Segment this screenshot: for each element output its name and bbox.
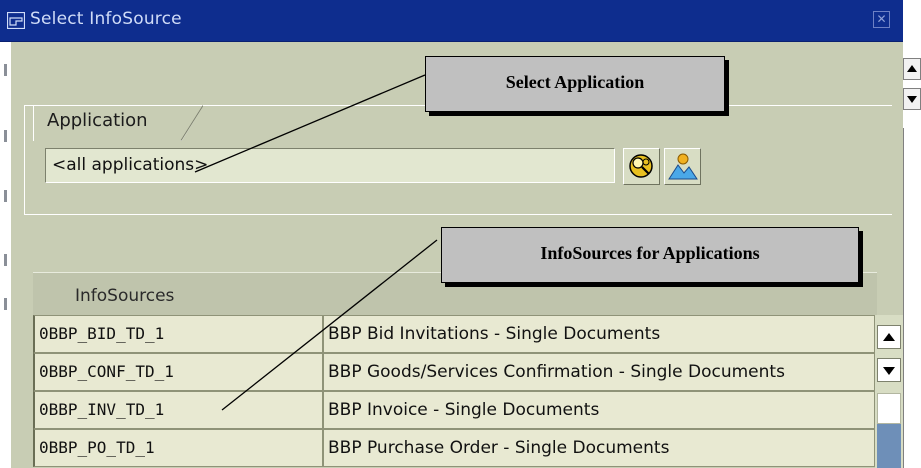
picture-icon (668, 153, 698, 180)
infosources-column-header: InfoSources (75, 286, 175, 306)
infosource-description-cell[interactable]: BBP Bid Invitations - Single Documents (323, 315, 875, 353)
infosource-id-cell[interactable]: 0BBP_BID_TD_1 (33, 315, 323, 353)
table-row[interactable]: 0BBP_BID_TD_1 BBP Bid Invitations - Sing… (33, 315, 875, 353)
window-title: Select InfoSource (30, 9, 182, 29)
picture-button[interactable] (664, 148, 701, 185)
arrow-up-icon (883, 333, 895, 341)
infosource-id-cell[interactable]: 0BBP_INV_TD_1 (33, 391, 323, 429)
infosource-description-cell[interactable]: BBP Purchase Order - Single Documents (323, 429, 875, 467)
infosource-description-cell[interactable]: BBP Invoice - Single Documents (323, 391, 875, 429)
table-scroll-down-button[interactable] (877, 358, 901, 382)
table-row[interactable]: 0BBP_CONF_TD_1 BBP Goods/Services Confir… (33, 353, 875, 391)
application-field[interactable]: <all applications> (45, 148, 615, 183)
arrow-up-icon (907, 65, 917, 72)
edge-mark (4, 298, 7, 310)
left-edge (0, 42, 11, 468)
window-scroll-down-button[interactable] (903, 88, 921, 110)
window-scroll-up-button[interactable] (903, 58, 921, 80)
window-menu-icon[interactable] (7, 12, 25, 29)
search-button[interactable] (623, 148, 660, 185)
window-scroll-track (903, 128, 904, 468)
infosource-description-cell[interactable]: BBP Goods/Services Confirmation - Single… (323, 353, 875, 391)
infosources-for-applications-callout: InfoSources for Applications (441, 227, 859, 283)
close-icon[interactable]: ✕ (873, 11, 890, 28)
table-scroll-track[interactable] (877, 393, 901, 424)
title-bar: Select InfoSource ✕ (0, 0, 903, 42)
table-row[interactable]: 0BBP_INV_TD_1 BBP Invoice - Single Docum… (33, 391, 875, 429)
edge-mark (4, 254, 7, 266)
table-row[interactable]: 0BBP_PO_TD_1 BBP Purchase Order - Single… (33, 429, 875, 467)
application-label: Application (47, 110, 148, 131)
infosource-id-cell[interactable]: 0BBP_PO_TD_1 (33, 429, 323, 467)
edge-mark (4, 130, 7, 142)
table-scroll-thumb[interactable] (877, 424, 901, 468)
table-scroll-up-button[interactable] (877, 325, 901, 349)
arrow-down-icon (883, 367, 895, 375)
edge-mark (4, 190, 7, 202)
select-application-callout: Select Application (425, 56, 725, 112)
search-coins-icon (629, 154, 653, 178)
infosource-id-cell[interactable]: 0BBP_CONF_TD_1 (33, 353, 323, 391)
edge-mark (4, 64, 7, 76)
arrow-down-icon (907, 96, 917, 103)
